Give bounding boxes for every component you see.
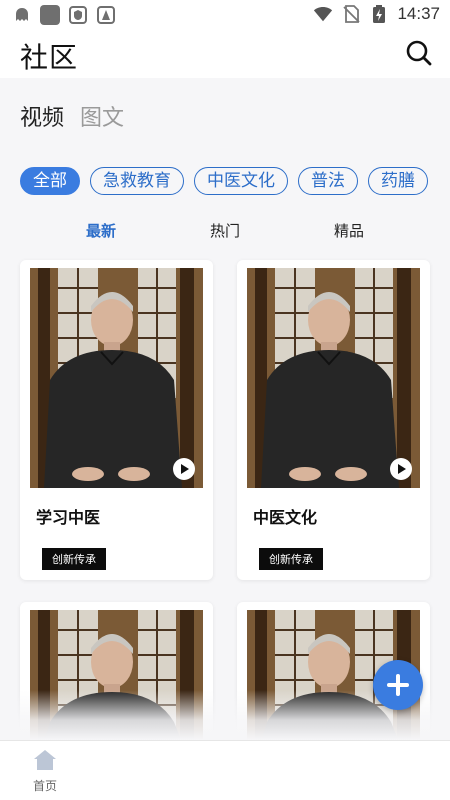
tab-video[interactable]: 视频 [20, 100, 64, 132]
play-icon[interactable] [390, 458, 412, 480]
sort-tab-featured[interactable]: 精品 [334, 220, 364, 241]
video-title: 学习中医 [36, 508, 101, 527]
search-icon [406, 40, 432, 66]
sort-tab-hot[interactable]: 热门 [210, 220, 240, 241]
video-thumbnail [247, 268, 420, 488]
category-chips: 全部 急救教育 中医文化 普法 药膳 [20, 167, 430, 195]
chip-first-aid[interactable]: 急救教育 [90, 167, 184, 195]
search-button[interactable] [404, 38, 434, 68]
chip-tcm-culture[interactable]: 中医文化 [194, 167, 288, 195]
video-thumbnail [30, 268, 203, 488]
battery-charging-icon [369, 4, 389, 24]
status-left-icons [12, 5, 116, 25]
video-thumbnail [30, 610, 203, 742]
tab-image-text[interactable]: 图文 [80, 100, 124, 132]
chip-law[interactable]: 普法 [298, 167, 358, 195]
video-card[interactable] [20, 602, 213, 742]
sort-tab-latest[interactable]: 最新 [86, 220, 116, 241]
play-icon[interactable] [173, 458, 195, 480]
chip-all[interactable]: 全部 [20, 167, 80, 195]
page-title: 社区 [20, 41, 79, 74]
alert-icon [96, 5, 116, 25]
sort-tabs: 最新 热门 精品 [0, 220, 450, 244]
add-post-button[interactable] [373, 660, 423, 710]
content-type-tabs: 视频 图文 [20, 100, 124, 132]
video-title: 中医文化 [253, 508, 318, 527]
video-tag: 创新传承 [259, 548, 323, 570]
ghost-notification-icon [12, 5, 32, 25]
wifi-icon [313, 4, 333, 24]
status-time: 14:37 [397, 4, 440, 23]
nav-home[interactable]: 首页 [22, 749, 68, 795]
home-icon [34, 750, 56, 770]
chip-medicinal-diet[interactable]: 药膳 [368, 167, 428, 195]
no-sim-icon [341, 4, 361, 24]
nav-home-label: 首页 [32, 779, 57, 793]
bottom-nav: 首页 [0, 740, 450, 800]
video-card[interactable]: 学习中医 创新传承 [20, 260, 213, 580]
video-card[interactable]: 中医文化 创新传承 [237, 260, 430, 580]
status-right-icons: 14:37 [313, 4, 440, 24]
shield-icon [68, 5, 88, 25]
status-bar: 14:37 [0, 0, 450, 30]
video-tag: 创新传承 [42, 548, 106, 570]
app-square-icon [40, 5, 60, 25]
app-header: 社区 [0, 30, 450, 78]
